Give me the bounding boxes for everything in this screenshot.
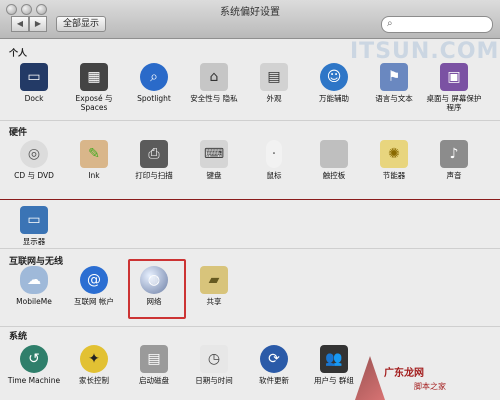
pref-expose-spaces[interactable]: ▦ Exposé 与 Spaces	[64, 63, 124, 112]
section-title-hardware: 硬件	[9, 128, 28, 138]
pref-label: 触控板	[322, 171, 346, 180]
pref-label: 打印与扫描	[135, 171, 173, 180]
keyboard-icon: ⌨	[200, 140, 228, 168]
desktop-screensaver-icon: ▣	[440, 63, 468, 91]
network-highlight-box	[128, 259, 186, 319]
pref-users-groups[interactable]: 👥 用户与 群组	[304, 345, 364, 385]
pref-label: 家长控制	[79, 376, 109, 385]
back-button[interactable]: ◀	[11, 16, 29, 32]
overlay-brand-text: 广东龙网	[384, 368, 424, 379]
pref-date-time[interactable]: ◷ 日期与时间	[184, 345, 244, 385]
accessibility-icon: ☺	[320, 63, 348, 91]
pref-spotlight[interactable]: ⌕ Spotlight	[124, 63, 184, 103]
parental-controls-icon: ✦	[80, 345, 108, 373]
pref-accessibility[interactable]: ☺ 万能辅助	[304, 63, 364, 103]
pref-software-update[interactable]: ⟳ 软件更新	[244, 345, 304, 385]
pref-label: Spotlight	[137, 94, 171, 103]
pref-label: 互联网 帐户	[74, 297, 114, 306]
sharing-folder-icon: ▰	[200, 266, 228, 294]
pref-keyboard[interactable]: ⌨ 键盘	[184, 140, 244, 180]
pref-label: 鼠标	[266, 171, 282, 180]
pref-ink[interactable]: ✎ Ink	[64, 140, 124, 180]
pref-label: 外观	[266, 94, 282, 103]
overlay-sub-text: 脚本之家	[414, 382, 446, 391]
date-time-icon: ◷	[200, 345, 228, 373]
time-machine-icon: ↺	[20, 345, 48, 373]
pref-security[interactable]: ⌂ 安全性与 隐私	[184, 63, 244, 103]
section-title-personal: 个人	[9, 49, 28, 59]
users-groups-icon: 👥	[320, 345, 348, 373]
pref-trackpad[interactable]: 触控板	[304, 140, 364, 180]
pref-desktop-screensaver[interactable]: ▣ 桌面与 屏幕保护程序	[424, 63, 484, 112]
pref-time-machine[interactable]: ↺ Time Machine	[4, 345, 64, 385]
ink-icon: ✎	[80, 140, 108, 168]
pref-print-scan[interactable]: ⎙ 打印与扫描	[124, 140, 184, 180]
pref-appearance[interactable]: ▤ 外观	[244, 63, 304, 103]
pref-dock[interactable]: ▭ Dock	[4, 63, 64, 103]
display-icon: ▭	[20, 206, 48, 234]
pref-parental-controls[interactable]: ✦ 家长控制	[64, 345, 124, 385]
mobileme-cloud-icon: ☁	[20, 266, 48, 294]
pref-label: MobileMe	[16, 297, 52, 306]
title-bar: 系统偏好设置 ◀ ▶ 全部显示 ⌕	[0, 0, 500, 39]
pref-label: 万能辅助	[319, 94, 349, 103]
pref-label: CD 与 DVD	[14, 171, 54, 180]
pref-label: Exposé 与 Spaces	[75, 94, 113, 112]
software-update-icon: ⟳	[260, 345, 288, 373]
search-input[interactable]	[400, 18, 492, 32]
spotlight-icon: ⌕	[140, 63, 168, 91]
pref-label: 声音	[446, 171, 462, 180]
pref-display[interactable]: ▭ 显示器	[4, 206, 64, 246]
pref-startup-disk[interactable]: ▤ 启动磁盘	[124, 345, 184, 385]
pref-label: 语言与文本	[375, 94, 413, 103]
expose-spaces-icon: ▦	[80, 63, 108, 91]
pref-label: Ink	[88, 171, 100, 180]
pref-label: 软件更新	[259, 376, 289, 385]
pref-sharing[interactable]: ▰ 共享	[184, 266, 244, 306]
pref-language-text[interactable]: ⚑ 语言与文本	[364, 63, 424, 103]
pref-internet-accounts[interactable]: @ 互联网 帐户	[64, 266, 124, 306]
security-house-icon: ⌂	[200, 63, 228, 91]
pref-label: Time Machine	[7, 376, 61, 385]
pref-label: 共享	[206, 297, 222, 306]
search-field[interactable]: ⌕	[381, 16, 493, 33]
system-preferences-window: 系统偏好设置 ◀ ▶ 全部显示 ⌕ ITSUN.COM 个人 ▭ Dock ▦ …	[0, 0, 500, 400]
energy-bulb-icon: ✺	[380, 140, 408, 168]
pref-label: 显示器	[22, 237, 46, 246]
forward-button[interactable]: ▶	[29, 16, 47, 32]
speaker-icon: ♪	[440, 140, 468, 168]
pref-label: 日期与时间	[195, 376, 233, 385]
pref-cd-dvd[interactable]: ◎ CD 与 DVD	[4, 140, 64, 180]
dock-icon: ▭	[20, 63, 48, 91]
pref-sound[interactable]: ♪ 声音	[424, 140, 484, 180]
pref-label: 安全性与 隐私	[190, 94, 238, 103]
pref-mouse[interactable]: · 鼠标	[244, 140, 304, 180]
pref-label: Dock	[24, 94, 44, 103]
pref-energy-saver[interactable]: ✺ 节能器	[364, 140, 424, 180]
section-title-system: 系统	[9, 332, 28, 342]
appearance-icon: ▤	[260, 63, 288, 91]
pref-label: 桌面与 屏幕保护程序	[426, 94, 482, 112]
cd-dvd-icon: ◎	[20, 140, 48, 168]
search-icon: ⌕	[387, 18, 393, 29]
pref-label: 键盘	[206, 171, 222, 180]
pref-label: 节能器	[382, 171, 406, 180]
startup-disk-icon: ▤	[140, 345, 168, 373]
trackpad-icon	[320, 140, 348, 168]
internet-accounts-icon: @	[80, 266, 108, 294]
language-flag-icon: ⚑	[380, 63, 408, 91]
pref-mobileme[interactable]: ☁ MobileMe	[4, 266, 64, 306]
show-all-button[interactable]: 全部显示	[56, 16, 107, 32]
printer-icon: ⎙	[140, 140, 168, 168]
pref-label: 启动磁盘	[139, 376, 169, 385]
mouse-icon: ·	[266, 140, 282, 168]
pref-label: 用户与 群组	[314, 376, 354, 385]
section-hardware-continued	[0, 200, 500, 249]
